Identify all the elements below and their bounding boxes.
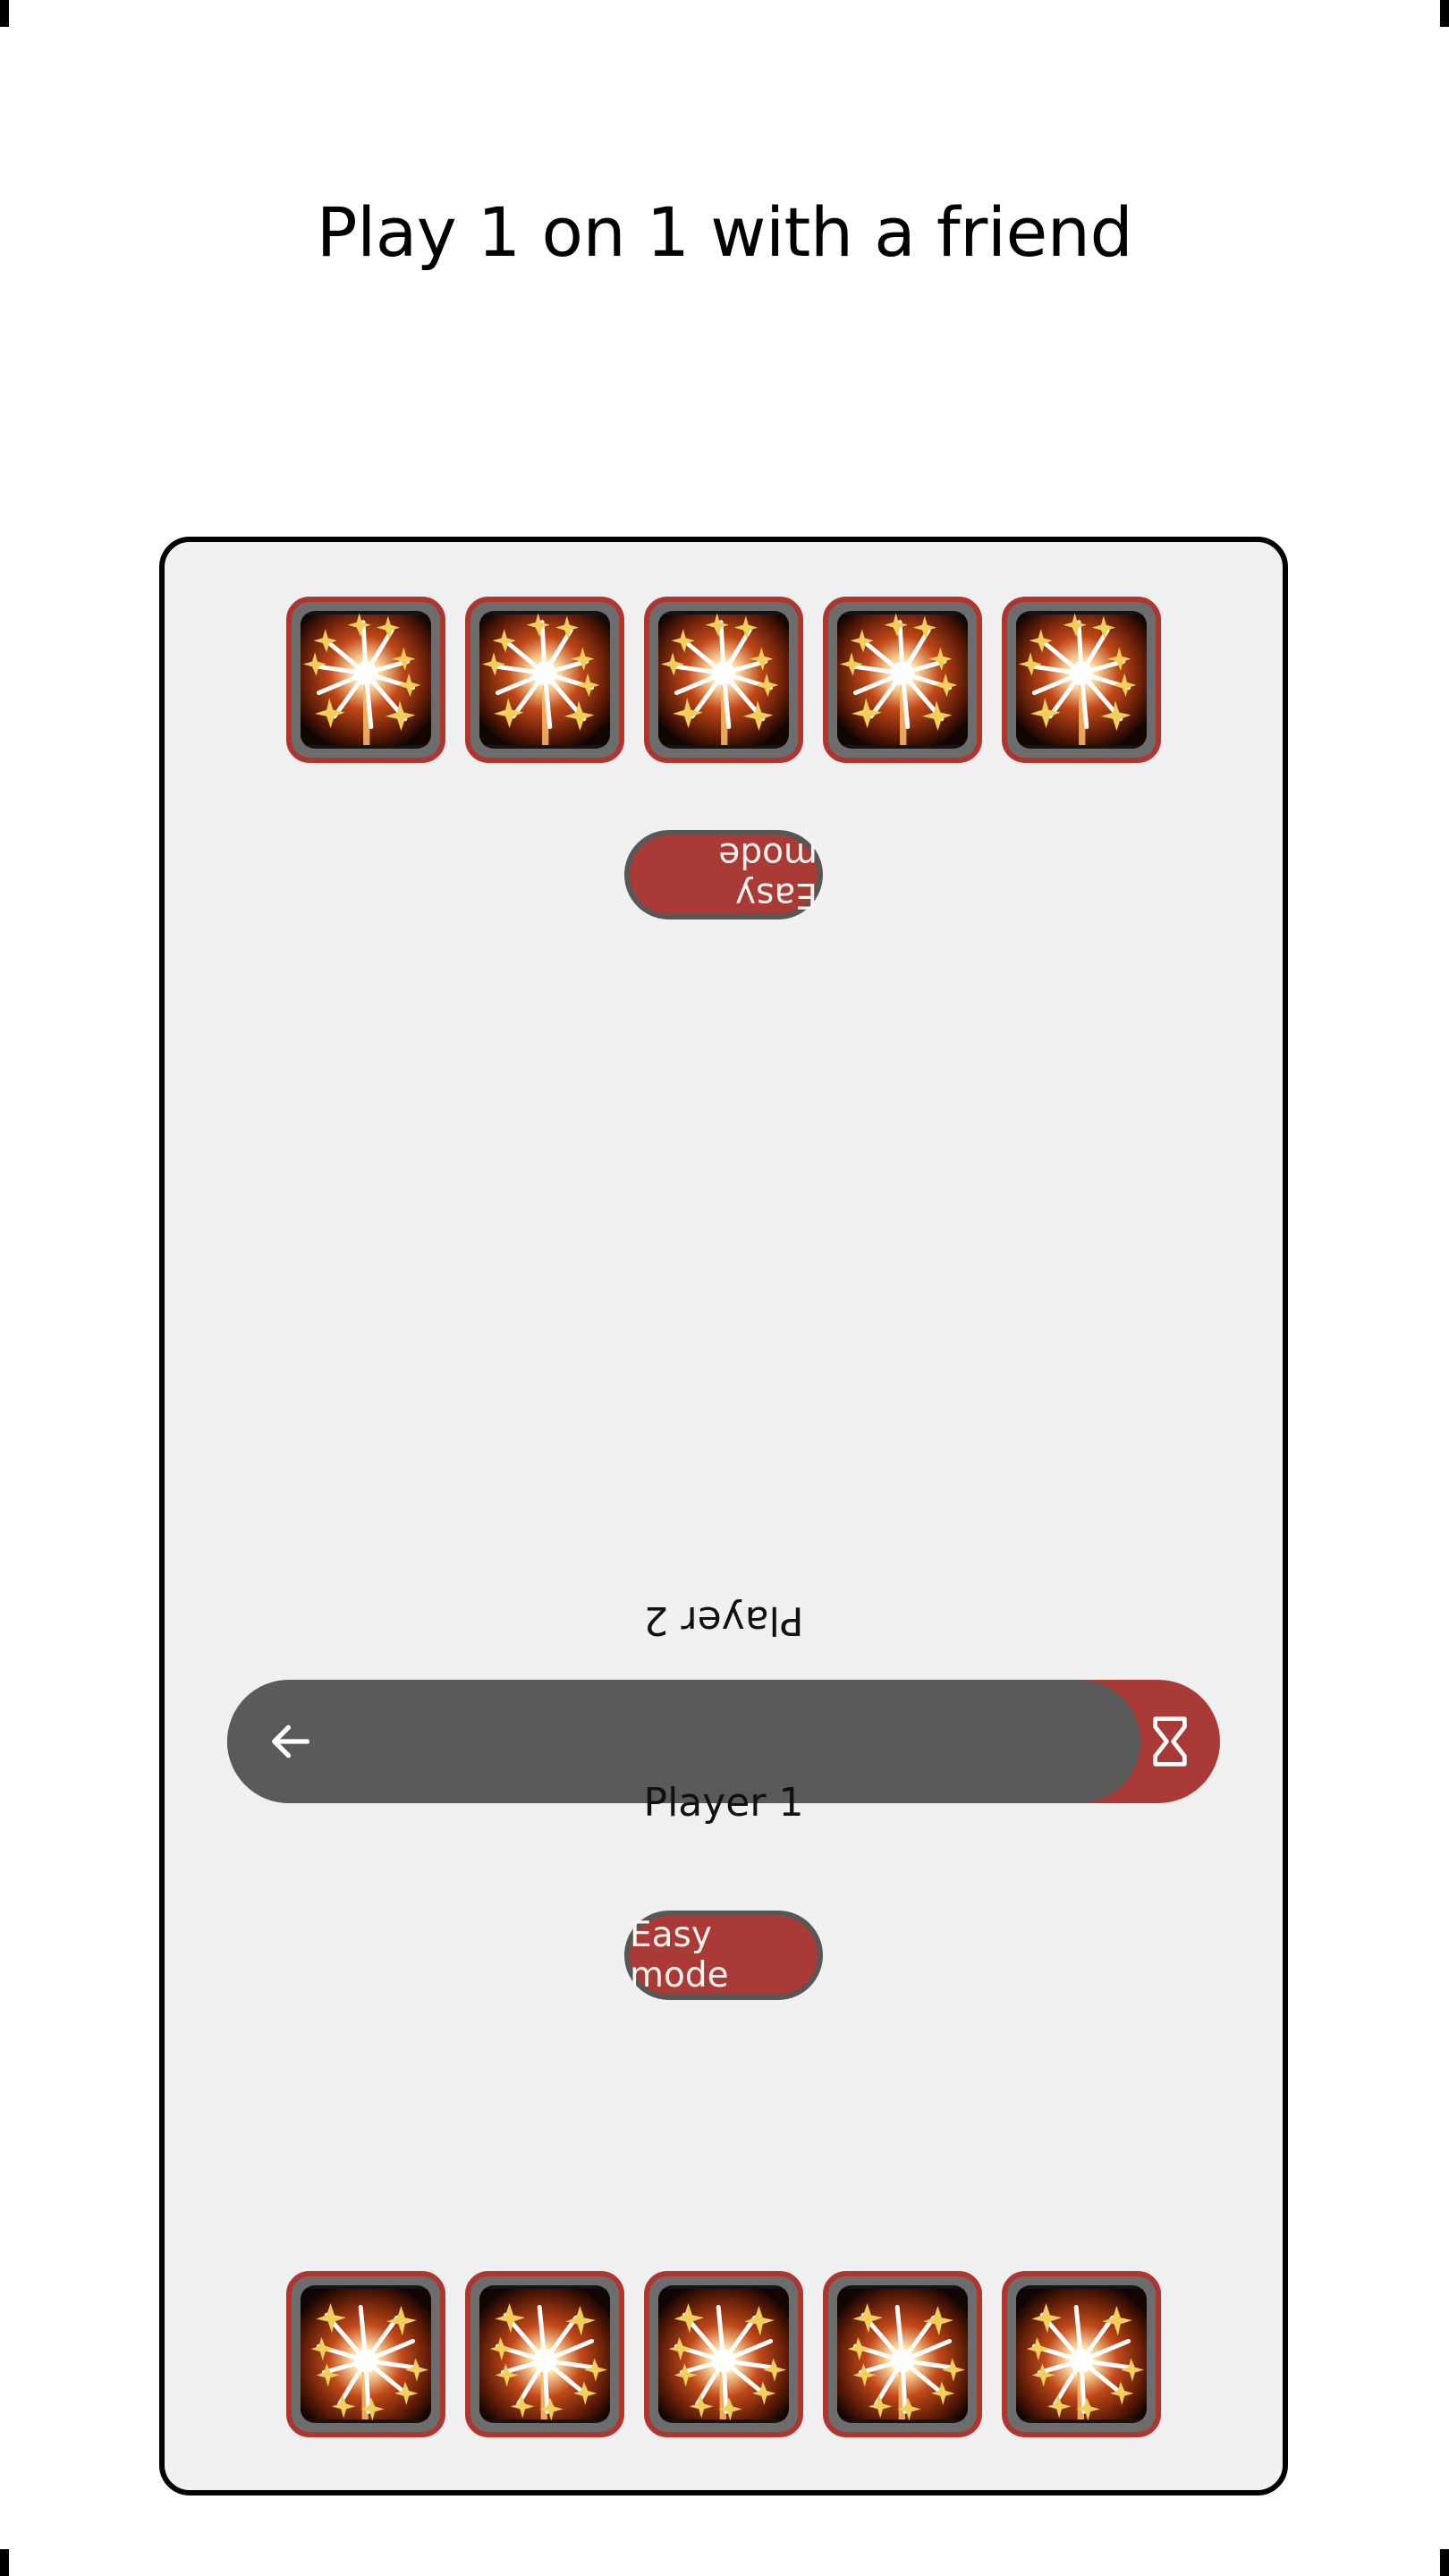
sparkler-icon — [658, 611, 789, 749]
sparkler-glyph — [837, 2289, 968, 2421]
sparkler-icon — [301, 2285, 431, 2423]
sparkler-card[interactable] — [1002, 2271, 1161, 2437]
sparkler-glyph — [837, 613, 968, 745]
hourglass-icon — [1150, 1716, 1190, 1767]
sparkler-card[interactable] — [465, 597, 624, 763]
player-one-easy-mode-label: Easy mode — [630, 1915, 729, 1996]
player-two-easy-mode-label: Easy mode — [718, 835, 818, 915]
sparkler-icon — [837, 611, 968, 749]
sparkler-card[interactable] — [823, 2271, 982, 2437]
sparkler-glyph — [658, 613, 789, 745]
player-two-easy-mode-button[interactable]: Easy mode — [624, 830, 823, 919]
sparkler-card[interactable] — [465, 2271, 624, 2437]
sparkler-icon — [658, 2285, 789, 2423]
hourglass-glyph — [1153, 1716, 1187, 1767]
sparkler-glyph — [658, 2289, 789, 2421]
arrow-left-glyph — [272, 1724, 310, 1758]
sparkler-glyph — [1016, 2289, 1147, 2421]
sparkler-glyph — [301, 613, 431, 745]
sparkler-glyph — [479, 2289, 610, 2421]
sparkler-glyph — [479, 613, 610, 745]
sparkler-card[interactable] — [1002, 597, 1161, 763]
sparkler-glyph — [301, 2289, 431, 2421]
player-one-sparkler-row — [165, 2271, 1283, 2437]
sparkler-card[interactable] — [644, 597, 803, 763]
player-two-label: Player 2 — [643, 1597, 804, 1643]
sparkler-icon — [837, 2285, 968, 2423]
sparkler-card[interactable] — [286, 597, 445, 763]
crop-mark-top-left — [0, 0, 9, 27]
sparkler-icon — [301, 611, 431, 749]
sparkler-icon — [1016, 611, 1147, 749]
crop-mark-bottom-left — [0, 2549, 9, 2576]
page-title: Play 1 on 1 with a friend — [316, 192, 1133, 272]
sparkler-card[interactable] — [644, 2271, 803, 2437]
sparkler-icon — [1016, 2285, 1147, 2423]
sparkler-icon — [479, 2285, 610, 2423]
sparkler-icon — [479, 611, 610, 749]
player-one-easy-mode-button[interactable]: Easy mode — [624, 1911, 823, 2000]
arrow-left-icon[interactable] — [267, 1716, 317, 1767]
crop-mark-top-right — [1440, 0, 1449, 27]
sparkler-glyph — [1016, 613, 1147, 745]
game-board: Easy mode Player 2 Player 1 Easy mode — [159, 537, 1288, 2496]
sparkler-card[interactable] — [286, 2271, 445, 2437]
crop-mark-bottom-right — [1440, 2549, 1449, 2576]
player-two-sparkler-row — [165, 597, 1283, 763]
player-one-label: Player 1 — [643, 1780, 804, 1826]
sparkler-card[interactable] — [823, 597, 982, 763]
